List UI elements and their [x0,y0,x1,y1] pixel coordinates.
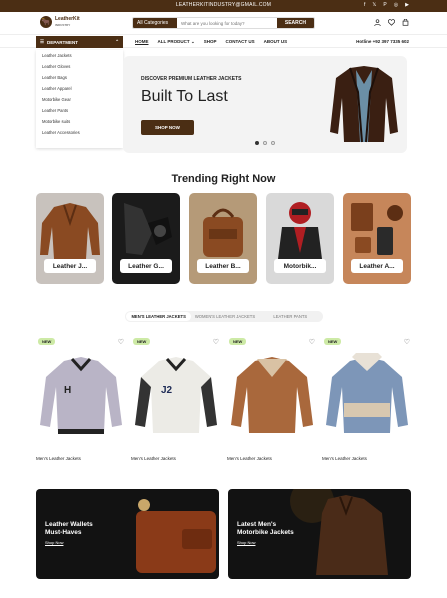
svg-text:J2: J2 [161,385,173,396]
category-label: Leather B... [197,259,249,273]
department-item[interactable]: Leather Apparel [36,83,123,94]
social-links: f 𝕏 P ◎ ▶ [364,2,409,8]
wishlist-heart-icon[interactable]: ♡ [118,338,124,346]
department-item[interactable]: Motorbike suits [36,116,123,127]
product-image: J2 [135,357,217,433]
category-label: Motorbik... [274,259,326,273]
hotline[interactable]: Hotline +92 397 7335 602 [356,39,409,44]
facebook-icon[interactable]: f [364,2,365,8]
promo-banner-motorbike-jackets[interactable]: Latest Men's Motorbike Jackets Shop Now [228,489,411,579]
menu-links: HOME ALL PRODUCT ⌄ SHOP CONTACT US ABOUT… [135,39,287,45]
category-card-leather-bags[interactable]: Leather B... [189,193,257,284]
banner-title: Latest Men's Motorbike Jackets [237,521,294,536]
nav-all-product-label: ALL PRODUCT [157,39,190,44]
nav-about-us[interactable]: ABOUT US [264,39,288,45]
category-label: Leather G... [120,259,172,273]
new-badge: NEW [324,338,342,345]
wishlist-icon[interactable] [388,19,395,28]
category-card-leather-accessories[interactable]: Leather A... [343,193,411,284]
department-label: DEPARTMENT [47,39,78,45]
trending-title: Trending Right Now [171,173,276,185]
new-badge: NEW [133,338,151,345]
department-item[interactable]: Leather Gloves [36,61,123,72]
category-label: Leather J... [44,259,96,273]
site-logo[interactable]: 🐂 LeatherKit INDUSTRY [40,16,80,28]
tab-mens-leather-jackets[interactable]: MEN'S LEATHER JACKETS [126,312,192,321]
hero-banner: DISCOVER PREMIUM LEATHER JACKETS Built T… [123,56,407,153]
new-badge: NEW [229,338,247,345]
instagram-icon[interactable]: ◎ [394,2,398,8]
top-bar: LEATHERKITINDUSTRY@GMAIL.COM f 𝕏 P ◎ ▶ [0,0,447,12]
wishlist-heart-icon[interactable]: ♡ [213,338,219,346]
main-nav: ☰ DEPARTMENT ⌃ HOME ALL PRODUCT ⌄ SHOP C… [0,34,447,48]
department-item[interactable]: Leather Pants [36,105,123,116]
product-name[interactable]: Men's Leather Jackets [131,456,176,461]
banner-title: Leather Wallets Must-Haves [45,521,93,536]
product-card[interactable]: NEW ♡ J2 Men's Leather Jackets [131,337,221,461]
youtube-icon[interactable]: ▶ [405,2,409,8]
department-item[interactable]: Leather Bags [36,72,123,83]
search-bar: All Categories SEARCH [132,17,315,29]
promo-banner-wallets[interactable]: Leather Wallets Must-Haves Shop Now [36,489,219,579]
logo-mark: 🐂 [40,16,52,28]
product-card[interactable]: NEW ♡ H Men's Leather Jackets [36,337,126,461]
header-icons [374,18,409,28]
user-icon[interactable] [374,19,381,28]
product-name[interactable]: Men's Leather Jackets [227,456,272,461]
category-card-motorbike[interactable]: Motorbik... [266,193,334,284]
product-image [326,353,408,433]
carousel-dot[interactable] [271,141,275,145]
product-card[interactable]: NEW ♡ Men's Leather Jackets [227,337,317,461]
header: 🐂 LeatherKitINDUSTRY All Categories SEAR… [0,12,447,34]
department-item[interactable]: Leather Jackets [36,50,123,61]
tab-leather-pants[interactable]: LEATHER PANTS [258,311,323,322]
department-item[interactable]: Motorbike Gear [36,94,123,105]
wishlist-heart-icon[interactable]: ♡ [404,338,410,346]
x-icon[interactable]: 𝕏 [372,2,376,8]
category-label: Leather A... [351,259,403,273]
hero-shop-now-button[interactable]: SHOP NOW [141,120,194,135]
menu-icon: ☰ [40,39,45,44]
logo-subtext: INDUSTRY [55,23,71,27]
carousel-dot[interactable] [255,141,259,145]
hero-jacket-image [330,66,398,143]
tab-womens-leather-jackets[interactable]: WOMEN'S LEATHER JACKETS [192,311,257,322]
cart-icon[interactable] [402,18,409,28]
category-card-leather-gloves[interactable]: Leather G... [112,193,180,284]
hero-title: Built To Last [141,88,228,105]
product-image [231,357,313,433]
carousel-dot[interactable] [263,141,267,145]
search-category-select[interactable]: All Categories [133,18,177,28]
product-tabs: MEN'S LEATHER JACKETS WOMEN'S LEATHER JA… [125,311,323,322]
product-name[interactable]: Men's Leather Jackets [36,456,81,461]
hero-kicker: DISCOVER PREMIUM LEATHER JACKETS [141,76,242,82]
hero-carousel-dots [255,141,275,145]
product-name[interactable]: Men's Leather Jackets [322,456,367,461]
search-button[interactable]: SEARCH [276,18,314,28]
department-item[interactable]: Leather Accessories [36,127,123,138]
shop-now-link[interactable]: Shop Now [45,540,63,545]
search-input[interactable] [177,18,275,28]
product-image: H [40,357,122,434]
chevron-down-icon: ⌄ [190,39,195,44]
category-card-leather-jackets[interactable]: Leather J... [36,193,104,284]
new-badge: NEW [38,338,56,345]
nav-contact-us[interactable]: CONTACT US [225,39,254,45]
nav-home[interactable]: HOME [135,39,149,45]
department-button[interactable]: ☰ DEPARTMENT ⌃ [36,36,123,48]
nav-shop[interactable]: SHOP [204,39,217,45]
department-dropdown: Leather Jackets Leather Gloves Leather B… [36,50,123,148]
shop-now-link[interactable]: Shop Now [237,540,255,545]
nav-all-product[interactable]: ALL PRODUCT ⌄ [158,39,195,45]
chevron-up-icon: ⌃ [115,39,119,44]
pinterest-icon[interactable]: P [383,2,386,8]
svg-text:H: H [64,385,71,396]
product-card[interactable]: NEW ♡ Men's Leather Jackets [322,337,412,461]
wishlist-heart-icon[interactable]: ♡ [309,338,315,346]
